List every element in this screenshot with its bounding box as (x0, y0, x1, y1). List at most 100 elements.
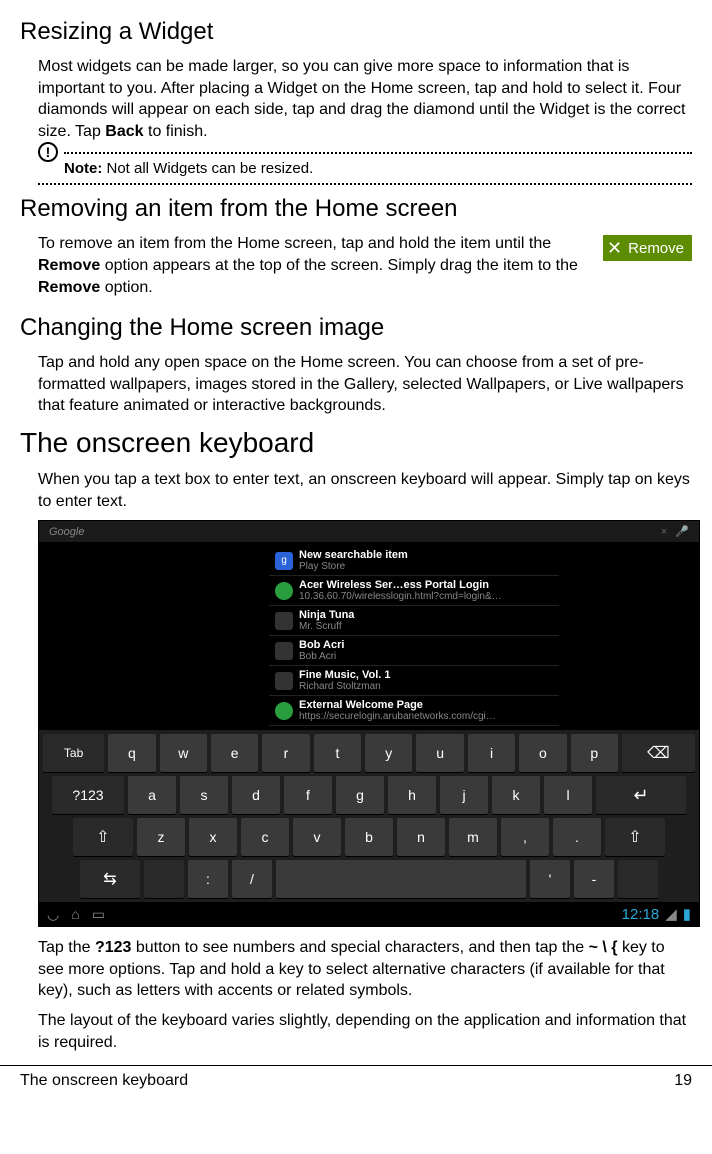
key: ⇧ (73, 818, 133, 856)
divider (64, 152, 692, 154)
heading-removing: Removing an item from the Home screen (20, 195, 692, 223)
text: to finish. (144, 123, 208, 140)
result-title: Fine Music, Vol. 1 (299, 669, 390, 681)
key: a (128, 776, 176, 814)
keyboard-screenshot: Google × 🎤 gNew searchable itemPlay Stor… (38, 520, 700, 927)
key: x (189, 818, 237, 856)
key: j (440, 776, 488, 814)
key: ⌫ (622, 734, 695, 772)
nav-icons: ◡ ⌂ ▭ (47, 906, 105, 923)
status-right: 12:18 ◢ ▮ (622, 905, 691, 923)
key (276, 860, 526, 898)
heading-changing: Changing the Home screen image (20, 314, 692, 342)
key: k (492, 776, 540, 814)
bold-back: Back (105, 123, 143, 140)
clock: 12:18 (622, 906, 660, 923)
result-text: Bob AcriBob Acri (299, 639, 344, 662)
result-icon (275, 642, 293, 660)
key: z (137, 818, 185, 856)
alert-icon: ! (38, 142, 58, 162)
key: , (501, 818, 549, 856)
result-subtitle: Bob Acri (299, 651, 344, 662)
bold-remove: Remove (38, 279, 100, 296)
text: Tap the (38, 939, 95, 956)
key (144, 860, 184, 898)
key: v (293, 818, 341, 856)
text: option. (100, 279, 152, 296)
page-number: 19 (674, 1072, 692, 1090)
search-placeholder: Google (49, 526, 84, 538)
key (618, 860, 658, 898)
para-resizing: Most widgets can be made larger, so you … (38, 56, 692, 142)
result-title: New searchable item (299, 549, 408, 561)
remove-row: To remove an item from the Home screen, … (38, 233, 692, 306)
para-removing: To remove an item from the Home screen, … (38, 233, 593, 298)
key: ⇧ (605, 818, 665, 856)
result-title: Bob Acri (299, 639, 344, 651)
key: c (241, 818, 289, 856)
key: / (232, 860, 272, 898)
result-subtitle: Play Store (299, 561, 408, 572)
result-title: External Welcome Page (299, 699, 496, 711)
para-changing: Tap and hold any open space on the Home … (38, 352, 692, 417)
key: b (345, 818, 393, 856)
key: y (365, 734, 412, 772)
result-text: New searchable itemPlay Store (299, 549, 408, 572)
footer-title: The onscreen keyboard (20, 1072, 188, 1090)
result-icon (275, 672, 293, 690)
search-result-item: External Welcome Pagehttps://securelogin… (269, 696, 559, 726)
key: n (397, 818, 445, 856)
search-result-item: Ninja TunaMr. Scruff (269, 606, 559, 636)
remove-badge: ✕ Remove (603, 235, 692, 261)
result-text: Fine Music, Vol. 1Richard Stoltzman (299, 669, 390, 692)
search-result-item: Fine Music, Vol. 1Richard Stoltzman (269, 666, 559, 696)
result-subtitle: 10.36.60.70/wirelesslogin.html?cmd=login… (299, 591, 502, 602)
result-icon (275, 702, 293, 720)
note-label: Note: (64, 160, 102, 177)
recent-icon: ▭ (92, 906, 105, 923)
search-results: g New searchable itemPlay Store Acer Wirel… (269, 542, 559, 730)
result-subtitle: https://securelogin.arubanetworks.com/cg… (299, 711, 496, 722)
result-text: Acer Wireless Ser…ess Portal Login10.36.… (299, 579, 502, 602)
para-keyboard-2: Tap the ?123 button to see numbers and s… (38, 937, 692, 1002)
wifi-icon: ◢ (665, 905, 677, 923)
key: w (160, 734, 207, 772)
key: - (574, 860, 614, 898)
search-result-item: Acer Wireless Ser…ess Portal Login10.36.… (269, 576, 559, 606)
key: s (180, 776, 228, 814)
para-keyboard-1: When you tap a text box to enter text, a… (38, 469, 692, 512)
key: . (553, 818, 601, 856)
text: To remove an item from the Home screen, … (38, 235, 551, 252)
key: l (544, 776, 592, 814)
key: h (388, 776, 436, 814)
key: p (571, 734, 618, 772)
result-subtitle: Richard Stoltzman (299, 681, 390, 692)
footer: The onscreen keyboard 19 (20, 1066, 692, 1102)
bold-remove: Remove (38, 257, 100, 274)
bold-123: ?123 (95, 939, 131, 956)
note-text: Note: Not all Widgets can be resized. (64, 160, 692, 177)
result-title: Acer Wireless Ser…ess Portal Login (299, 579, 502, 591)
key: f (284, 776, 332, 814)
note-box: ! Note: Not all Widgets can be resized. (38, 152, 692, 185)
key: ?123 (52, 776, 124, 814)
result-icon (275, 582, 293, 600)
result-title: Ninja Tuna (299, 609, 354, 621)
key: t (314, 734, 361, 772)
remove-label: Remove (628, 240, 684, 257)
heading-keyboard: The onscreen keyboard (20, 427, 692, 459)
result-icon (275, 612, 293, 630)
key: ↵ (596, 776, 686, 814)
result-icon: g (275, 552, 293, 570)
status-bar: ◡ ⌂ ▭ 12:18 ◢ ▮ (39, 902, 699, 926)
key: g (336, 776, 384, 814)
text: option appears at the top of the screen.… (100, 257, 578, 274)
result-subtitle: Mr. Scruff (299, 621, 354, 632)
search-result-item: g New searchable itemPlay Store (269, 546, 559, 576)
back-icon: ◡ (47, 906, 59, 923)
key: e (211, 734, 258, 772)
key: d (232, 776, 280, 814)
text: Not all Widgets can be resized. (102, 160, 313, 177)
divider (38, 183, 692, 185)
result-text: Ninja TunaMr. Scruff (299, 609, 354, 632)
